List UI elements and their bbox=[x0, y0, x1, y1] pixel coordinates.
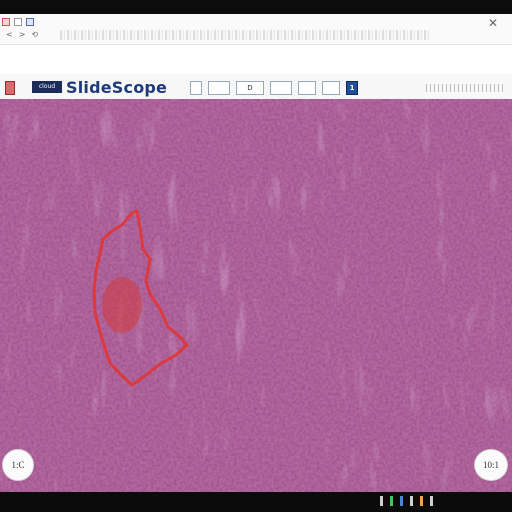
tissue-nuclei bbox=[0, 99, 512, 492]
close-icon[interactable]: ✕ bbox=[486, 16, 500, 30]
back-button[interactable]: < bbox=[6, 30, 13, 39]
system-tray bbox=[380, 496, 433, 506]
tray-icon[interactable] bbox=[380, 496, 383, 506]
tool-button-3[interactable]: D bbox=[236, 81, 264, 95]
tool-button-7[interactable]: 1 bbox=[346, 81, 358, 95]
top-bar: < > ⟲ ✕ bbox=[0, 14, 512, 45]
tool-button-2[interactable] bbox=[208, 81, 230, 95]
tray-icon[interactable] bbox=[430, 496, 433, 506]
tool-button-1[interactable] bbox=[190, 81, 202, 95]
zoom-out-button[interactable]: 1:C bbox=[2, 449, 34, 481]
app-window: < > ⟲ ✕ cloud SlideScope D 1 1:C 10:1 bbox=[0, 14, 512, 492]
forward-button[interactable]: > bbox=[19, 30, 26, 39]
save-icon[interactable] bbox=[26, 18, 34, 26]
brand-logo: cloud bbox=[32, 81, 62, 93]
tool-button-5[interactable] bbox=[298, 81, 316, 95]
slide-viewport[interactable]: 1:C 10:1 bbox=[0, 99, 512, 492]
zoom-in-button[interactable]: 10:1 bbox=[474, 449, 508, 481]
reload-button[interactable]: ⟲ bbox=[31, 30, 38, 39]
annotation-hotspot bbox=[102, 277, 142, 333]
nav-buttons: < > ⟲ bbox=[6, 30, 38, 39]
tray-icon[interactable] bbox=[420, 496, 423, 506]
file-icon[interactable] bbox=[14, 18, 22, 26]
toolbar-buttons: D 1 bbox=[190, 81, 358, 95]
tray-icon[interactable] bbox=[410, 496, 413, 506]
address-strip bbox=[60, 30, 430, 40]
tool-button-4[interactable] bbox=[270, 81, 292, 95]
tray-icon[interactable] bbox=[400, 496, 403, 506]
tool-button-6[interactable] bbox=[322, 81, 340, 95]
app-title: SlideScope bbox=[66, 78, 168, 97]
annotation-tool-icon[interactable] bbox=[5, 81, 15, 95]
toolbar-status bbox=[426, 84, 506, 92]
app-icon bbox=[2, 18, 10, 26]
menu-row bbox=[2, 16, 34, 28]
taskbar bbox=[0, 492, 512, 512]
tissue-slide-image[interactable] bbox=[0, 99, 512, 492]
tray-icon[interactable] bbox=[390, 496, 393, 506]
